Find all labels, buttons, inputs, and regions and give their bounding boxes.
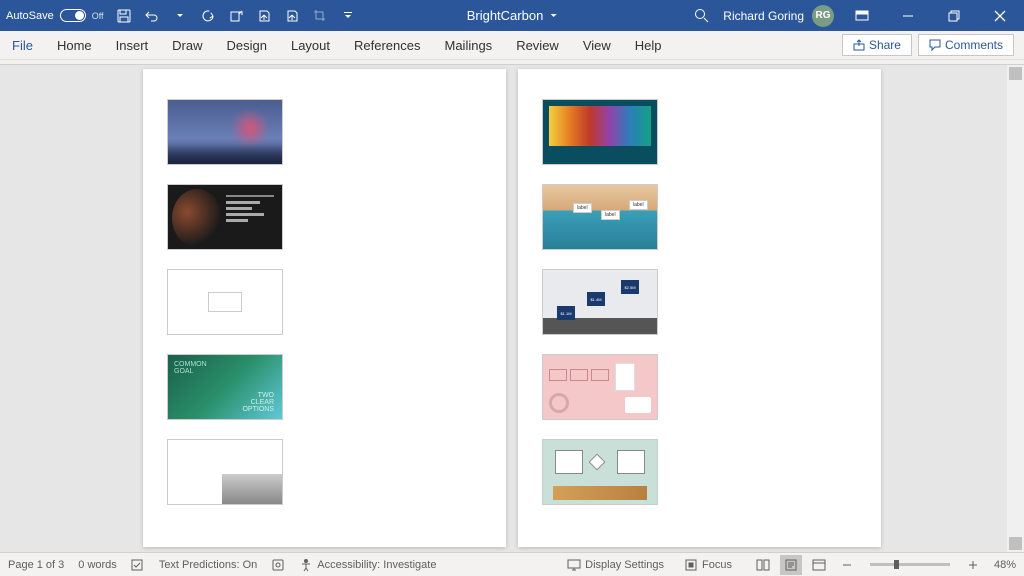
tab-file[interactable]: File (0, 31, 45, 60)
share-button[interactable]: Share (842, 34, 912, 56)
slide-thumb-5[interactable] (167, 439, 283, 505)
qat-icon-1[interactable] (224, 4, 248, 28)
slide-thumb-8[interactable]: $1.1M $1.4M $2.5M (542, 269, 658, 335)
tab-view[interactable]: View (571, 31, 623, 60)
qat-icon-2[interactable] (252, 4, 276, 28)
zoom-in-icon[interactable] (962, 555, 984, 575)
document-title[interactable]: BrightCarbon (467, 8, 558, 23)
tab-design[interactable]: Design (215, 31, 279, 60)
save-icon[interactable] (112, 4, 136, 28)
status-bar: Page 1 of 3 0 words Text Predictions: On… (0, 552, 1024, 576)
user-account[interactable]: Richard Goring RG (723, 5, 834, 27)
slide-thumb-4[interactable]: COMMONGOAL TWOCLEAROPTIONS (167, 354, 283, 420)
page-2[interactable]: label label label $1.1M $1.4M $2.5M (518, 69, 881, 547)
tab-references[interactable]: References (342, 31, 432, 60)
chevron-down-icon (549, 12, 557, 20)
accessibility-icon (299, 558, 313, 572)
tab-layout[interactable]: Layout (279, 31, 342, 60)
zoom-handle[interactable] (894, 560, 899, 569)
page-1[interactable]: COMMONGOAL TWOCLEAROPTIONS (143, 69, 506, 547)
autosave-label: AutoSave (6, 10, 54, 22)
autosave-toggle[interactable]: AutoSave Off (6, 9, 104, 22)
toggle-switch[interactable] (60, 9, 86, 22)
macro-icon[interactable] (271, 558, 285, 572)
qat-customize-icon[interactable] (336, 4, 360, 28)
text-predictions[interactable]: Text Predictions: On (159, 559, 257, 571)
slide-thumb-1[interactable] (167, 99, 283, 165)
zoom-slider[interactable] (870, 563, 950, 566)
scrollbar-up-icon[interactable] (1009, 67, 1022, 80)
display-settings[interactable]: Display Settings (567, 558, 664, 572)
vertical-scrollbar[interactable] (1007, 65, 1024, 552)
tab-home[interactable]: Home (45, 31, 104, 60)
search-icon[interactable] (689, 4, 713, 28)
scrollbar-down-icon[interactable] (1009, 537, 1022, 550)
restore-icon[interactable] (936, 3, 972, 29)
qat-icon-3[interactable] (280, 4, 304, 28)
ribbon-display-icon[interactable] (844, 3, 880, 29)
page-indicator[interactable]: Page 1 of 3 (8, 559, 64, 571)
undo-dropdown-icon[interactable] (168, 4, 192, 28)
tab-review[interactable]: Review (504, 31, 571, 60)
comments-button[interactable]: Comments (918, 34, 1014, 56)
display-icon (567, 558, 581, 572)
minimize-icon[interactable] (890, 3, 926, 29)
slide-thumb-7[interactable]: label label label (542, 184, 658, 250)
slide-thumb-2[interactable] (167, 184, 283, 250)
document-workspace[interactable]: COMMONGOAL TWOCLEAROPTIONS label label l… (0, 65, 1024, 552)
redo-icon[interactable] (196, 4, 220, 28)
web-layout-icon[interactable] (808, 555, 830, 575)
slide-thumb-3[interactable] (167, 269, 283, 335)
focus-icon (684, 558, 698, 572)
slide-thumb-10[interactable] (542, 439, 658, 505)
read-mode-icon[interactable] (752, 555, 774, 575)
tab-mailings[interactable]: Mailings (433, 31, 505, 60)
undo-icon[interactable] (140, 4, 164, 28)
print-layout-icon[interactable] (780, 555, 802, 575)
slide-thumb-9[interactable] (542, 354, 658, 420)
word-count[interactable]: 0 words (78, 559, 117, 571)
close-icon[interactable] (982, 3, 1018, 29)
focus-mode[interactable]: Focus (684, 558, 732, 572)
share-icon (853, 39, 865, 51)
crop-icon[interactable] (308, 4, 332, 28)
accessibility-status[interactable]: Accessibility: Investigate (299, 558, 436, 572)
quick-access-toolbar (112, 4, 360, 28)
avatar: RG (812, 5, 834, 27)
ribbon-tabs: File Home Insert Draw Design Layout Refe… (0, 31, 1024, 60)
user-name: Richard Goring (723, 9, 804, 23)
tab-insert[interactable]: Insert (104, 31, 161, 60)
zoom-level[interactable]: 48% (994, 559, 1016, 571)
autosave-state: Off (92, 11, 104, 21)
zoom-out-icon[interactable] (836, 555, 858, 575)
tab-help[interactable]: Help (623, 31, 674, 60)
comment-icon (929, 39, 941, 51)
title-bar: AutoSave Off BrightCarbon Richard Goring… (0, 0, 1024, 31)
tab-draw[interactable]: Draw (160, 31, 214, 60)
spelling-icon[interactable] (131, 558, 145, 572)
slide-thumb-6[interactable] (542, 99, 658, 165)
